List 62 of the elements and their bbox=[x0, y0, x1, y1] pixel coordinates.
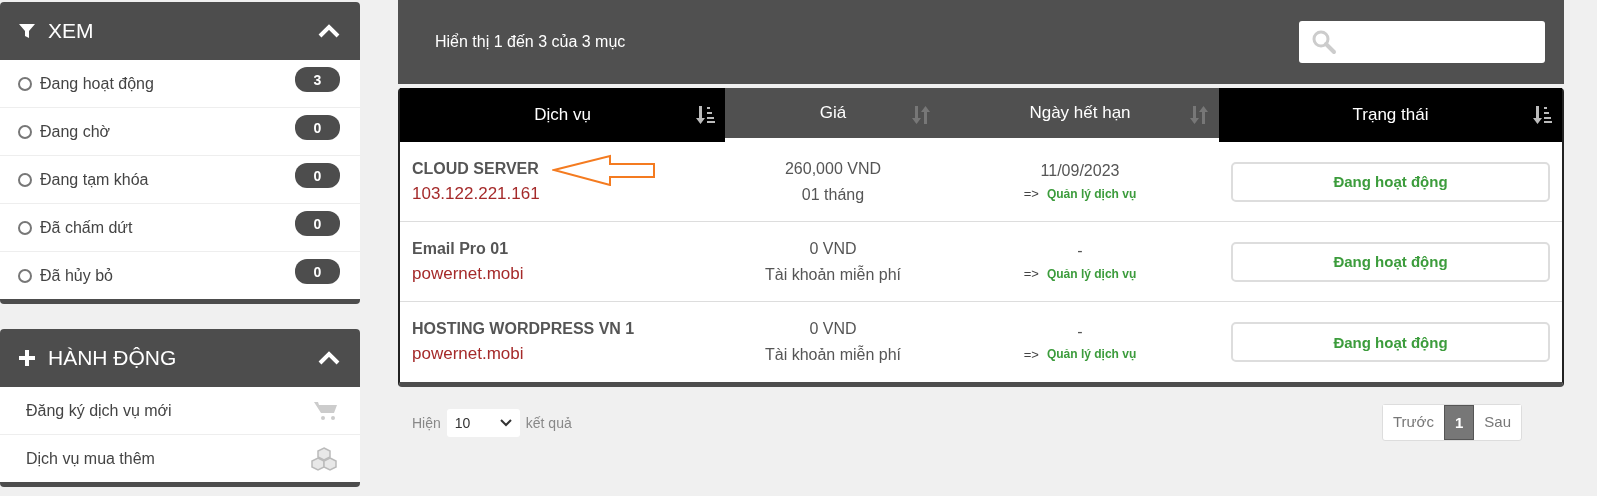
manage-service-link[interactable]: Quản lý dịch vụ bbox=[1046, 347, 1137, 361]
pointer-text: => bbox=[1023, 266, 1039, 281]
collapse-icon[interactable] bbox=[318, 351, 340, 365]
cart-icon bbox=[314, 400, 338, 421]
column-header[interactable]: Dịch vụ bbox=[400, 88, 725, 142]
search-icon bbox=[1311, 29, 1337, 55]
page-button[interactable]: 1 bbox=[1443, 405, 1475, 440]
sort-descending-icon bbox=[695, 106, 715, 124]
column-header[interactable]: Ngày hết hạn bbox=[941, 88, 1219, 138]
pointer-text: => bbox=[1023, 186, 1039, 201]
service-name[interactable]: Email Pro 01 bbox=[412, 239, 509, 258]
service-name[interactable]: HOSTING WORDPRESS VN 1 bbox=[412, 320, 635, 338]
billing-cycle: 01 tháng bbox=[801, 185, 865, 204]
panel-title: XEM bbox=[48, 19, 95, 43]
count-badge: 3 bbox=[295, 67, 340, 92]
service-domain: powernet.mobi bbox=[412, 263, 524, 284]
dropdown-icon bbox=[499, 418, 512, 427]
due-date: - bbox=[1077, 242, 1083, 260]
cubes-icon bbox=[310, 446, 338, 471]
column-header[interactable]: Giá bbox=[725, 88, 941, 138]
due-date: - bbox=[1077, 322, 1083, 341]
results-label: kết quả bbox=[525, 414, 572, 431]
plus-icon bbox=[18, 349, 36, 367]
radio-button[interactable] bbox=[18, 172, 32, 187]
collapse-icon[interactable] bbox=[318, 24, 340, 38]
filter-icon bbox=[18, 22, 36, 40]
search-field[interactable] bbox=[1299, 21, 1545, 63]
price: 260,000 VND bbox=[784, 159, 882, 178]
price: 0 VND bbox=[809, 239, 857, 258]
panel-title: HÀNH ĐỘNG bbox=[48, 346, 178, 370]
radio-button[interactable] bbox=[18, 76, 32, 91]
result-summary: Hiển thị 1 đến 3 của 3 mục bbox=[435, 33, 627, 51]
column-header[interactable]: Trạng thái bbox=[1219, 88, 1562, 142]
sort-icon bbox=[911, 106, 931, 124]
radio-button[interactable] bbox=[18, 124, 32, 139]
page-size-select[interactable]: 10 bbox=[446, 408, 520, 437]
action-link[interactable]: Dịch vụ mua thêm bbox=[26, 449, 302, 468]
filter-option[interactable]: Đã chấm dứt bbox=[40, 218, 287, 237]
service-name[interactable]: CLOUD SERVER bbox=[412, 159, 539, 178]
show-label: Hiện bbox=[412, 414, 441, 431]
action-link[interactable]: Đăng ký dịch vụ mới bbox=[26, 401, 306, 420]
count-badge: 0 bbox=[295, 259, 340, 284]
radio-button[interactable] bbox=[18, 220, 32, 235]
count-badge: 0 bbox=[295, 211, 340, 236]
billing-cycle: Tài khoản miễn phí bbox=[764, 346, 902, 364]
filter-option[interactable]: Đang tạm khóa bbox=[40, 170, 287, 189]
service-domain: powernet.mobi bbox=[412, 344, 524, 364]
filter-option[interactable]: Đang chờ bbox=[40, 122, 287, 141]
manage-service-link[interactable]: Quản lý dịch vụ bbox=[1046, 186, 1137, 201]
due-date: 11/09/2023 bbox=[1040, 162, 1120, 180]
price: 0 VND bbox=[809, 320, 857, 338]
count-badge: 0 bbox=[295, 115, 340, 140]
count-badge: 0 bbox=[295, 163, 340, 188]
billing-cycle: Tài khoản miễn phí bbox=[764, 265, 902, 284]
sort-icon bbox=[1189, 106, 1209, 124]
sort-descending-icon bbox=[1532, 106, 1552, 124]
filter-option[interactable]: Đã hủy bỏ bbox=[40, 266, 287, 285]
filter-option[interactable]: Đang hoạt động bbox=[40, 74, 287, 93]
pointer-text: => bbox=[1023, 346, 1039, 362]
manage-service-link[interactable]: Quản lý dịch vụ bbox=[1046, 266, 1137, 281]
service-domain: 103.122.221.161 bbox=[412, 183, 540, 204]
radio-button[interactable] bbox=[18, 268, 32, 283]
